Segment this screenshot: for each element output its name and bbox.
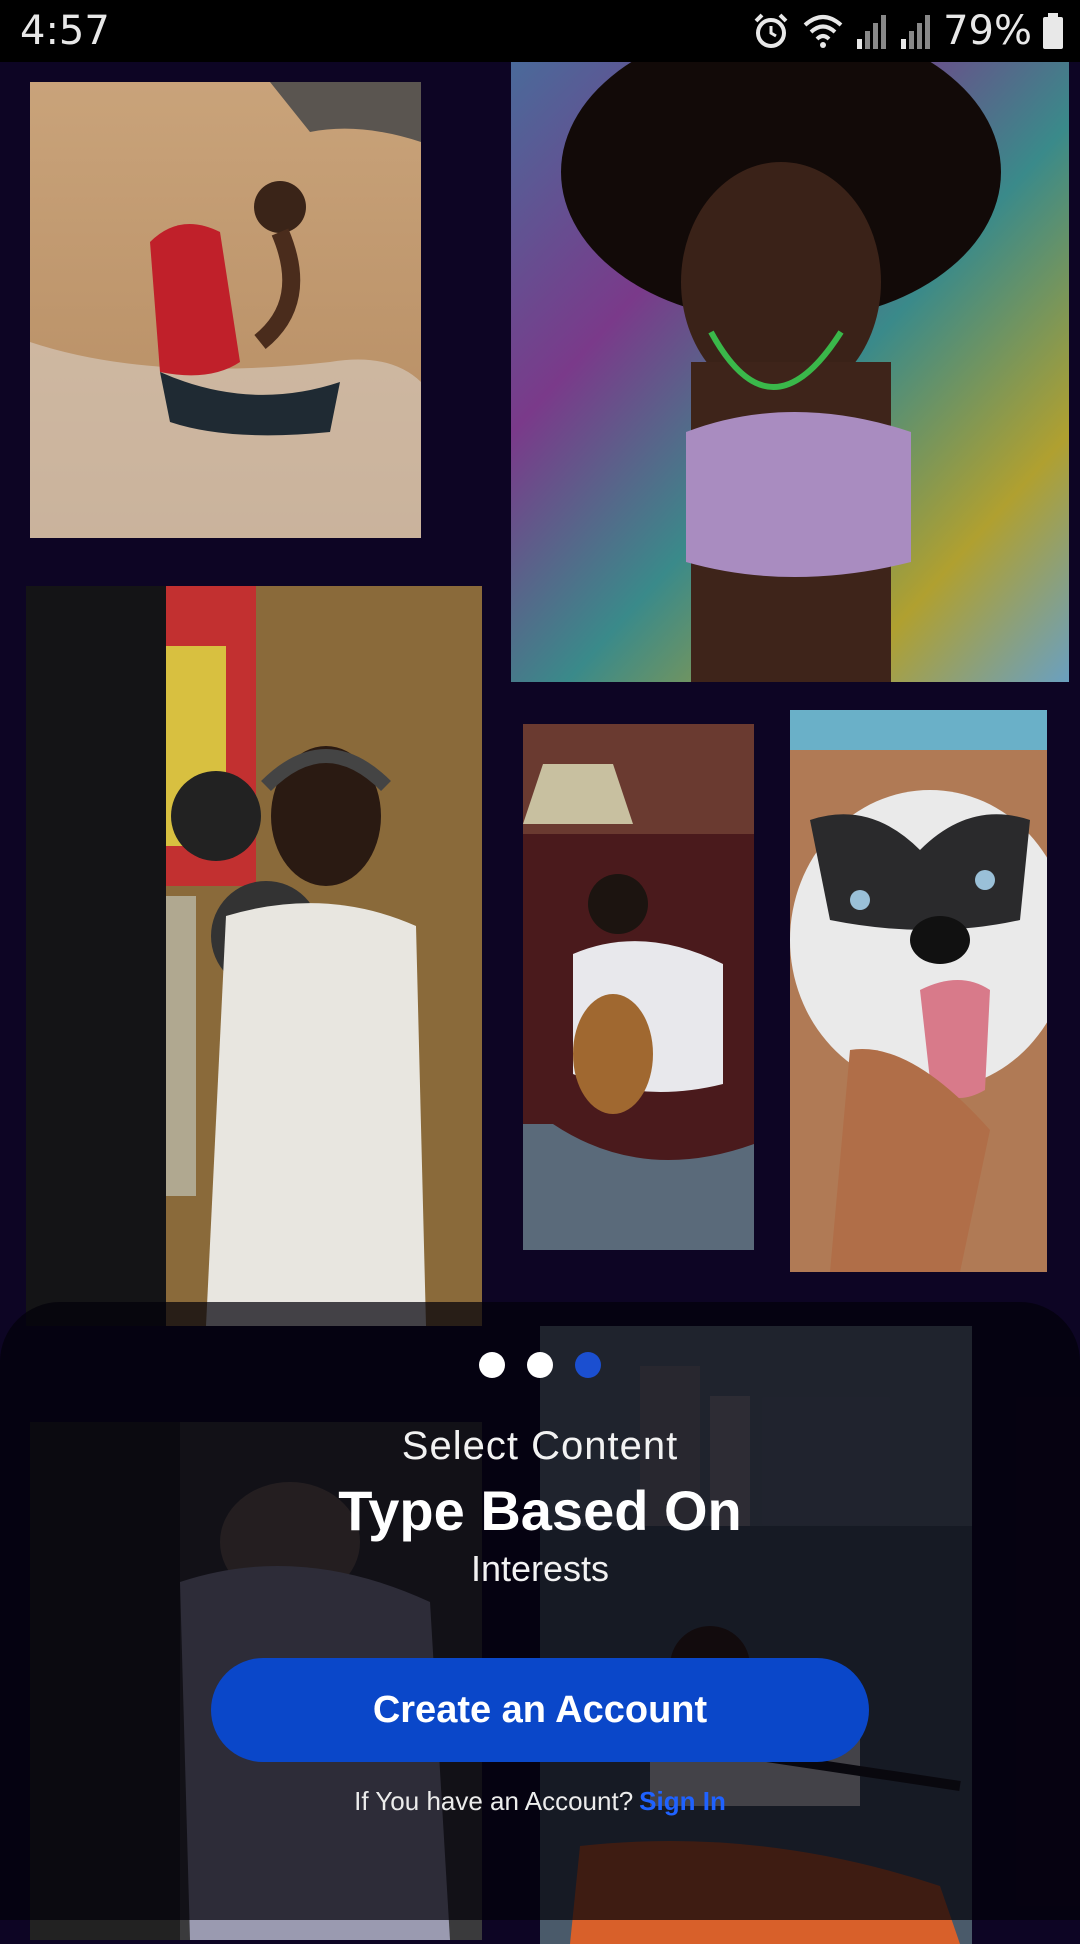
signal-icon xyxy=(857,15,887,49)
battery-icon xyxy=(1043,13,1063,49)
status-bar: 4:57 79% xyxy=(0,0,1080,62)
carousel-dot[interactable] xyxy=(527,1352,553,1378)
photo-studio xyxy=(26,586,482,1326)
create-account-button[interactable]: Create an Account xyxy=(211,1658,869,1762)
photo-husky xyxy=(790,710,1047,1272)
onboarding-title-line1: Select Content xyxy=(401,1424,679,1468)
onboarding-sheet xyxy=(0,1302,1080,1920)
photo-guitar xyxy=(523,724,754,1250)
signin-row: If You have an Account? Sign In xyxy=(0,1786,1080,1817)
status-time: 4:57 xyxy=(20,8,110,54)
signal-icon xyxy=(901,15,931,49)
photo-beach xyxy=(30,82,421,538)
alarm-icon xyxy=(754,13,788,48)
wifi-icon xyxy=(803,15,843,48)
onboarding-title-line2: Type Based On xyxy=(338,1479,742,1542)
onboarding-title-line3: Interests xyxy=(470,1548,610,1589)
photo-portrait xyxy=(511,62,1069,682)
sign-in-link[interactable]: Sign In xyxy=(639,1786,726,1816)
carousel-dot[interactable] xyxy=(479,1352,505,1378)
carousel-dot-active[interactable] xyxy=(575,1352,601,1378)
carousel-indicator[interactable] xyxy=(0,1352,1080,1378)
status-icons: 79% xyxy=(751,6,1064,56)
signin-prompt: If You have an Account? xyxy=(354,1786,634,1816)
battery-percent: 79% xyxy=(943,8,1032,54)
